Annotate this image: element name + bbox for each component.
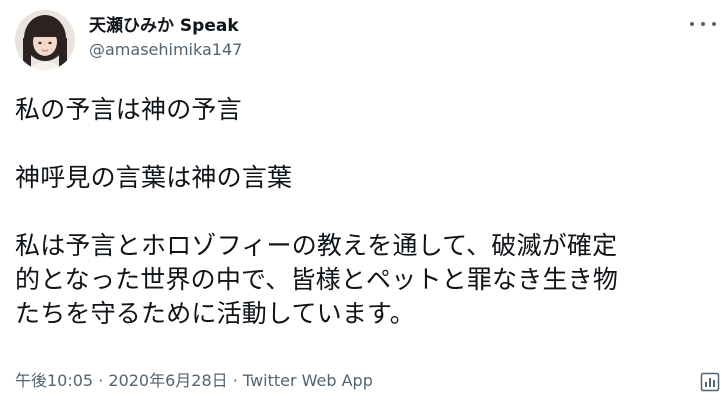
user-handle[interactable]: @amasehimika147 [89,40,242,60]
avatar[interactable] [15,10,75,70]
tweet-source[interactable]: Twitter Web App [243,371,373,390]
analytics-icon[interactable] [700,372,720,392]
avatar-photo [15,10,75,70]
meta-separator: · [227,371,243,390]
tweet-line: 的となった世界の中で、皆様とペットと罪なき生き物 [15,265,619,294]
tweet-line: 私の予言は神の予言 [15,95,242,124]
tweet-meta: 午後10:05 · 2020年6月28日 · Twitter Web App [15,370,373,392]
more-dot [712,22,716,26]
tweet-line: 私は予言とホロゾフィーの教えを通して、破滅が確定 [15,231,618,260]
tweet-text: 私の予言は神の予言 神呼見の言葉は神の言葉 私は予言とホロゾフィーの教えを通して… [15,93,720,331]
tweet-line: 神呼見の言葉は神の言葉 [15,163,293,192]
display-name[interactable]: 天瀬ひみか Speak [89,15,239,37]
more-dot [701,22,705,26]
tweet-time[interactable]: 午後10:05 [15,371,93,390]
more-options-button[interactable] [690,18,716,30]
tweet-line: たちを守るために活動しています。 [15,299,415,328]
meta-separator: · [93,371,109,390]
more-horizontal-icon [690,22,694,26]
tweet-date[interactable]: 2020年6月28日 [108,371,227,390]
